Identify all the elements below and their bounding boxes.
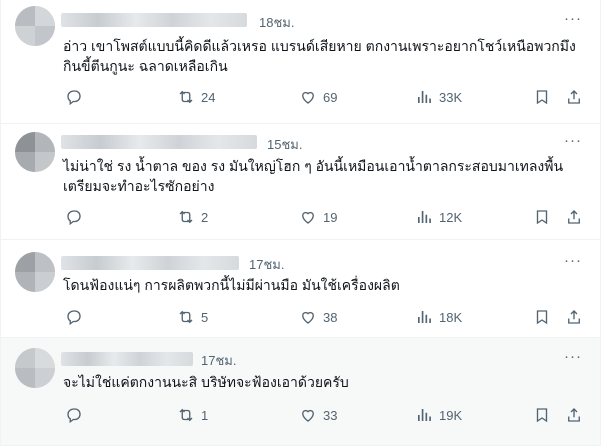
share-icon — [568, 210, 580, 224]
bookmark-icon — [536, 408, 548, 423]
post-text-line: กินขี้ตีนกูนะ ฉลาดเหลือเกิน — [63, 58, 228, 74]
post-time[interactable]: 15ชม. — [267, 134, 302, 155]
repost-button[interactable]: 5 — [177, 306, 208, 328]
reply-button[interactable] — [65, 306, 83, 328]
post-text-line: ไม่น่าใช่ รง น้ำตาล ของ รง มันใหญ่โฮก ๆ … — [63, 158, 564, 174]
views-count: 19K — [439, 407, 463, 423]
repost-count: 1 — [201, 407, 209, 423]
post-time[interactable]: 17ชม. — [249, 254, 284, 275]
share-button[interactable] — [565, 404, 583, 426]
reply-post[interactable]: 18ชม. ··· อ่าว เขาโพสต์แบบนี้คิดดีแล้วเห… — [0, 0, 601, 124]
like-icon — [302, 311, 314, 324]
views-button[interactable]: 18K — [415, 306, 462, 328]
post-text-line: อ่าว เขาโพสต์แบบนี้คิดดีแล้วเหรอ แบรนด์เ… — [63, 38, 576, 54]
author-name-blurred[interactable] — [61, 13, 247, 27]
views-button[interactable]: 33K — [415, 86, 462, 108]
views-button[interactable]: 12K — [415, 206, 462, 228]
reply-icon — [67, 408, 81, 424]
reply-button[interactable] — [65, 206, 83, 228]
reply-post[interactable]: 17ชม. ··· โดนฟ้องแน่ๆ การผลิตพวกนี้ไม่มี… — [0, 240, 601, 338]
reply-button[interactable] — [65, 404, 83, 426]
share-icon — [568, 90, 580, 104]
post-time[interactable]: 17ชม. — [201, 350, 236, 371]
more-icon[interactable]: ··· — [564, 10, 582, 27]
views-count: 12K — [439, 209, 463, 225]
reply-icon — [67, 210, 81, 226]
repost-icon — [179, 310, 193, 324]
replies-feed: 18ชม. ··· อ่าว เขาโพสต์แบบนี้คิดดีแล้วเห… — [0, 0, 603, 447]
post-time[interactable]: 18ชม. — [259, 12, 294, 33]
like-icon — [302, 91, 314, 104]
like-button[interactable]: 69 — [299, 86, 337, 108]
post-text-line: จะไม่ใช่แค่ตกงานนะสิ บริษัทจะฟ้องเอาด้วย… — [63, 374, 349, 390]
post-text-line: โดนฟ้องแน่ๆ การผลิตพวกนี้ไม่มีผ่านมือ มั… — [63, 277, 400, 293]
like-icon — [302, 409, 314, 422]
more-icon[interactable]: ··· — [564, 348, 582, 365]
repost-count: 5 — [201, 309, 209, 325]
repost-icon — [179, 408, 193, 422]
post-text-line: เตรียมจะทำอะไรซักอย่าง — [63, 178, 215, 194]
reply-icon — [67, 310, 81, 326]
views-icon — [418, 409, 431, 421]
repost-count: 24 — [201, 89, 216, 105]
avatar[interactable] — [15, 132, 55, 172]
repost-button[interactable]: 24 — [177, 86, 215, 108]
bookmark-icon — [536, 310, 548, 325]
action-bar: 5 38 18K — [1, 306, 602, 328]
bookmark-button[interactable] — [533, 86, 551, 108]
repost-button[interactable]: 2 — [177, 206, 208, 228]
like-icon — [302, 211, 314, 224]
author-name-blurred[interactable] — [61, 135, 257, 149]
action-bar: 2 19 12K — [1, 206, 602, 228]
repost-count: 2 — [201, 209, 209, 225]
like-button[interactable]: 33 — [299, 404, 337, 426]
repost-icon — [179, 210, 193, 224]
share-button[interactable] — [565, 306, 583, 328]
bookmark-icon — [536, 90, 548, 105]
like-button[interactable]: 19 — [299, 206, 337, 228]
action-bar: 24 69 33K — [1, 86, 602, 108]
share-icon — [568, 310, 580, 324]
reply-post[interactable]: 17ชม. ··· จะไม่ใช่แค่ตกงานนะสิ บริษัทจะฟ… — [0, 338, 601, 446]
avatar[interactable] — [15, 252, 55, 292]
author-name-blurred[interactable] — [61, 352, 193, 366]
repost-icon — [179, 90, 193, 104]
reply-icon — [67, 90, 81, 106]
views-count: 33K — [439, 89, 463, 105]
reply-button[interactable] — [65, 86, 83, 108]
like-count: 38 — [323, 309, 338, 325]
views-icon — [418, 311, 431, 323]
bookmark-icon — [536, 210, 548, 225]
like-button[interactable]: 38 — [299, 306, 337, 328]
bookmark-button[interactable] — [533, 404, 551, 426]
views-icon — [418, 91, 431, 103]
views-icon — [418, 211, 431, 223]
bookmark-button[interactable] — [533, 306, 551, 328]
like-count: 69 — [323, 89, 338, 105]
like-count: 19 — [323, 209, 338, 225]
more-icon[interactable]: ··· — [564, 252, 582, 269]
author-name-blurred[interactable] — [61, 256, 239, 270]
share-button[interactable] — [565, 206, 583, 228]
action-bar: 1 33 19K — [1, 404, 602, 426]
share-icon — [568, 408, 580, 422]
avatar[interactable] — [15, 6, 55, 46]
share-button[interactable] — [565, 86, 583, 108]
more-icon[interactable]: ··· — [564, 132, 582, 149]
like-count: 33 — [323, 407, 338, 423]
avatar[interactable] — [15, 348, 55, 388]
bookmark-button[interactable] — [533, 206, 551, 228]
views-button[interactable]: 19K — [415, 404, 462, 426]
reply-post[interactable]: 15ชม. ··· ไม่น่าใช่ รง น้ำตาล ของ รง มัน… — [0, 124, 601, 240]
views-count: 18K — [439, 309, 463, 325]
repost-button[interactable]: 1 — [177, 404, 208, 426]
